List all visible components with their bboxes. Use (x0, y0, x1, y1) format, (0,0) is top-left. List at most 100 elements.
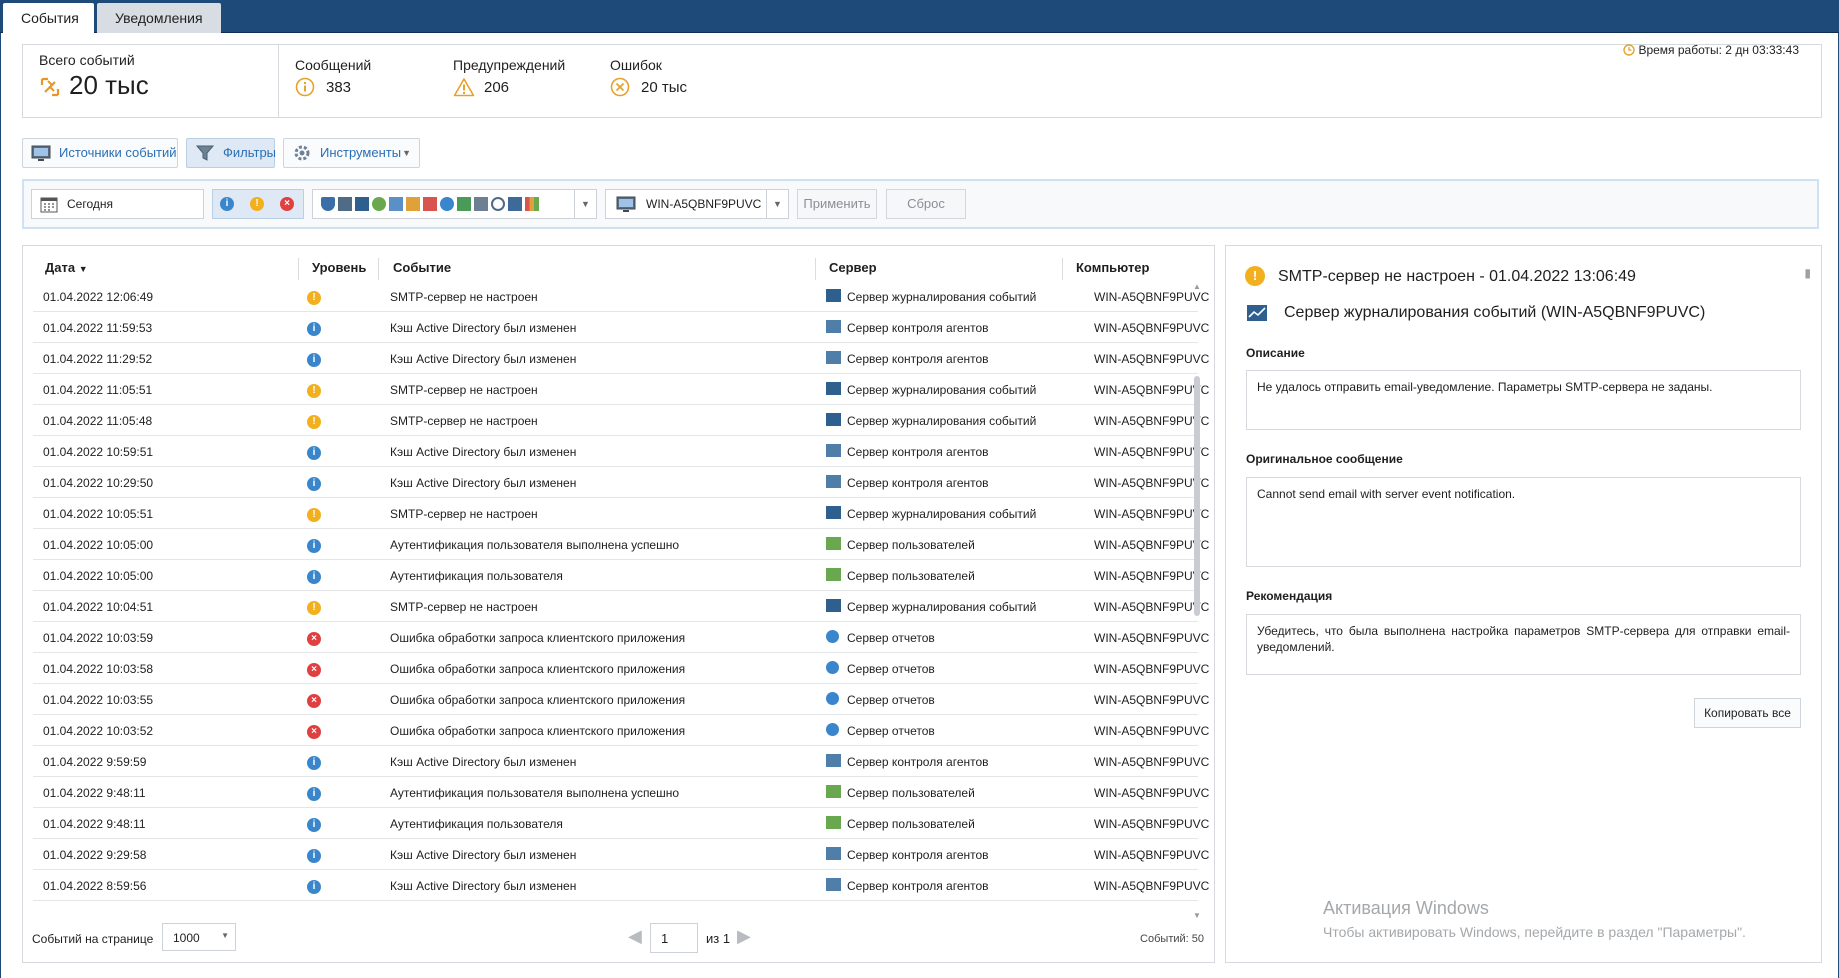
per-page-value: 1000 (173, 931, 200, 945)
total-label: Всего событий (39, 52, 135, 68)
tab-events[interactable]: События (3, 3, 94, 33)
server-type-icons (321, 197, 561, 213)
server-agent-icon (826, 847, 841, 863)
row-server: Сервер отчетов (847, 693, 935, 707)
level-info-icon: i (307, 537, 321, 553)
table-row[interactable]: 01.04.2022 10:05:51! SMTP-сервер не настр… (33, 498, 1209, 529)
event-sources-button[interactable]: Источники событий (22, 138, 178, 168)
row-server: Сервер контроля агентов (847, 848, 989, 862)
page-input-value: 1 (661, 931, 669, 946)
row-date: 01.04.2022 10:03:52 (43, 724, 154, 738)
row-server: Сервер контроля агентов (847, 352, 989, 366)
column-event[interactable]: Событие (393, 260, 451, 275)
server-agent-icon (826, 444, 841, 460)
table-row[interactable]: 01.04.2022 10:29:50 i Кэш Active Directory… (33, 467, 1209, 498)
table-row[interactable]: 01.04.2022 9:48:11 i Аутентификация пользо… (33, 808, 1209, 839)
total-value: 20 тыс (69, 70, 149, 100)
table-row[interactable]: 01.04.2022 11:59:53 i Кэш Active Directory… (33, 312, 1209, 343)
table-row[interactable]: 01.04.2022 9:29:58 i Кэш Active Directory … (33, 839, 1209, 870)
row-event: Кэш Active Directory был изменен (390, 848, 577, 862)
table-row[interactable]: 01.04.2022 10:05:00 i Аутентификация польз… (33, 560, 1209, 591)
row-server: Сервер контроля агентов (847, 755, 989, 769)
table-row[interactable]: 01.04.2022 11:29:52 i Кэш Active Directory… (33, 343, 1209, 374)
table-row[interactable]: 01.04.2022 11:05:51! SMTP-сервер не настр… (33, 374, 1209, 405)
next-page-icon[interactable]: ▶ (737, 926, 751, 947)
table-row[interactable]: 01.04.2022 10:03:52 × Ошибка обработки зап… (33, 715, 1209, 746)
column-computer[interactable]: Компьютер (1076, 260, 1149, 275)
copy-all-button[interactable]: Копировать все (1694, 698, 1801, 728)
server-log-icon (826, 289, 841, 305)
tab-bar: События Уведомления (0, 0, 1839, 33)
table-row[interactable]: 01.04.2022 10:05:00 i Аутентификация польз… (33, 529, 1209, 560)
chevron-down-icon: ▼ (574, 190, 596, 218)
table-row[interactable]: 01.04.2022 12:06:49! SMTP-сервер не настр… (33, 281, 1209, 312)
scroll-up-icon[interactable]: ▲ (1193, 282, 1201, 291)
table-row[interactable]: 01.04.2022 10:04:51! SMTP-сервер не настр… (33, 591, 1209, 622)
pin-icon[interactable]: ▮ (1804, 266, 1811, 280)
table-row[interactable]: 01.04.2022 11:05:48! SMTP-сервер не настр… (33, 405, 1209, 436)
table-row[interactable]: 01.04.2022 9:48:11 i Аутентификация пользо… (33, 777, 1209, 808)
table-row[interactable]: 01.04.2022 10:03:55 × Ошибка обработки зап… (33, 684, 1209, 715)
gear-icon (294, 145, 310, 161)
apply-button[interactable]: Применить (797, 189, 877, 219)
plug-icon (508, 197, 522, 211)
server-agent-icon (826, 475, 841, 491)
computer-filter[interactable]: WIN-A5QBNF9PUVC ▼ (605, 189, 789, 219)
row-event: Ошибка обработки запроса клиентского при… (390, 662, 686, 676)
server-type-filter[interactable]: ▼ (312, 189, 597, 219)
table-row[interactable]: 01.04.2022 8:59:56 i Кэш Active Directory … (33, 870, 1209, 901)
column-date[interactable]: Дата ▼ (45, 260, 88, 275)
level-info-icon: i (307, 568, 321, 584)
tab-notifications[interactable]: Уведомления (97, 3, 221, 33)
level-err-icon: × (307, 723, 321, 739)
level-warning-toggle[interactable]: ! (250, 197, 264, 211)
row-event: Кэш Active Directory был изменен (390, 352, 577, 366)
scrollbar-thumb[interactable] (1194, 376, 1200, 616)
date-filter-value: Сегодня (67, 197, 113, 211)
row-event: Аутентификация пользователя (390, 569, 563, 583)
table-row[interactable]: 01.04.2022 10:03:59 × Ошибка обработки зап… (33, 622, 1209, 653)
level-info-toggle[interactable]: i (220, 197, 234, 211)
server-log-icon (826, 382, 841, 398)
column-server[interactable]: Сервер (829, 260, 877, 275)
prev-page-icon[interactable]: ◀ (628, 926, 642, 947)
tools-label: Инструменты (320, 145, 402, 160)
level-err-icon: × (307, 661, 321, 677)
row-date: 01.04.2022 10:05:00 (43, 569, 154, 583)
per-page-select[interactable]: 1000 ▼ (162, 923, 236, 951)
server-users-icon (826, 816, 841, 832)
row-date: 01.04.2022 9:48:11 (43, 786, 146, 800)
level-error-toggle[interactable]: × (280, 197, 294, 211)
activation-watermark-text: Чтобы активировать Windows, перейдите в … (1323, 924, 1746, 940)
sort-desc-icon: ▼ (78, 264, 88, 274)
row-date: 01.04.2022 10:03:59 (43, 631, 154, 645)
row-date: 01.04.2022 10:05:51 (43, 507, 154, 521)
server-reports-icon (826, 723, 839, 739)
main-shell: Всего событий 20 тыс Сообщений 383 Преду… (0, 33, 1839, 978)
warnings-label: Предупреждений (453, 57, 566, 73)
row-event: Ошибка обработки запроса клиентского при… (390, 631, 686, 645)
row-event: SMTP-сервер не настроен (390, 290, 538, 304)
row-server: Сервер журналирования событий (847, 290, 1037, 304)
column-level[interactable]: Уровень (312, 260, 366, 275)
table-row[interactable]: 01.04.2022 10:03:58 × Ошибка обработки зап… (33, 653, 1209, 684)
row-date: 01.04.2022 10:04:51 (43, 600, 154, 614)
level-warn-icon: ! (307, 413, 321, 429)
date-filter[interactable]: Сегодня (31, 189, 204, 219)
row-server: Сервер отчетов (847, 662, 935, 676)
tools-button[interactable]: Инструменты ▼ (283, 138, 420, 168)
server-icon (474, 197, 488, 211)
row-event: Кэш Active Directory был изменен (390, 445, 577, 459)
table-row[interactable]: 01.04.2022 10:59:51 i Кэш Active Directory… (33, 436, 1209, 467)
row-date: 01.04.2022 11:29:52 (43, 352, 153, 366)
table-row[interactable]: 01.04.2022 9:59:59 i Кэш Active Directory … (33, 746, 1209, 777)
messages-value: 383 (326, 79, 352, 96)
network-icon (389, 197, 403, 211)
page-input[interactable]: 1 (650, 923, 698, 953)
table-scrollbar[interactable]: ▲ ▼ (1193, 282, 1201, 920)
row-server: Сервер контроля агентов (847, 879, 989, 893)
row-date: 01.04.2022 11:05:51 (43, 383, 153, 397)
filters-button[interactable]: Фильтры (186, 138, 276, 168)
level-info-icon: i (307, 320, 321, 336)
reset-button[interactable]: Сброс (886, 189, 966, 219)
